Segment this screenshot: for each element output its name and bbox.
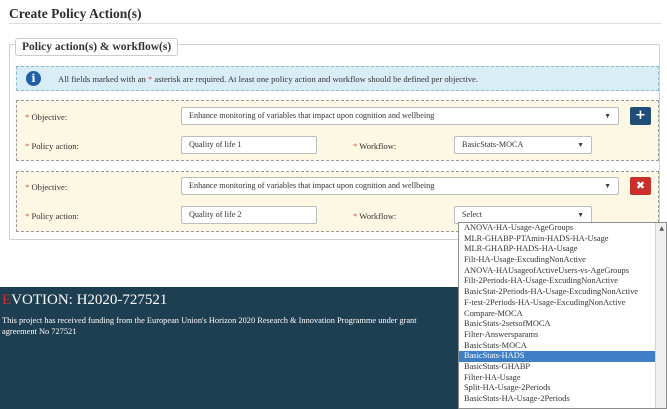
scroll-up-arrow-icon[interactable]: ▲ bbox=[659, 225, 664, 232]
dropdown-option[interactable]: BasicStats-2setsofMOCA bbox=[459, 319, 656, 330]
chevron-down-icon: ▼ bbox=[577, 141, 584, 149]
footer-title: EVOTION: H2020-727521 bbox=[2, 292, 168, 308]
objective-label: * Objective: bbox=[25, 112, 68, 122]
info-alert: i All fields marked with an * asterisk a… bbox=[16, 66, 659, 91]
add-objective-button[interactable]: + bbox=[630, 107, 651, 125]
fieldset-legend: Policy action(s) & workflow(s) bbox=[15, 38, 179, 56]
objective-label: * Objective: bbox=[25, 182, 68, 192]
dropdown-option[interactable]: BasicStats-MOCA bbox=[459, 341, 656, 352]
dropdown-option[interactable]: Filter-HA-Usage bbox=[459, 373, 656, 384]
dropdown-option[interactable]: ANOVA-HAUsageofActiveUsers-vs-AgeGroups bbox=[459, 266, 656, 277]
objective-select[interactable]: Enhance monitoring of variables that imp… bbox=[181, 107, 619, 125]
dropdown-option[interactable]: ANOVA-HA-Usage-AgeGroups bbox=[459, 223, 656, 234]
footer-funding-text: This project has received funding from t… bbox=[2, 316, 417, 336]
dropdown-option[interactable]: BasicStat-2Periods-HA-Usage-ExcudingNonA… bbox=[459, 287, 656, 298]
objective-select[interactable]: Enhance monitoring of variables that imp… bbox=[181, 177, 619, 195]
info-text: All fields marked with an * asterisk are… bbox=[58, 74, 479, 84]
workflow-label: * Workflow: bbox=[353, 141, 397, 151]
dropdown-option[interactable]: Compare-MOCA bbox=[459, 309, 656, 320]
dropdown-option[interactable]: Filter-Answersparams bbox=[459, 330, 656, 341]
dropdown-option[interactable]: MLR-GHABP-PTAmin-HADS-HA-Usage bbox=[459, 234, 656, 245]
dropdown-option[interactable]: BasicStats-HADS bbox=[459, 351, 656, 362]
chevron-down-icon: ▼ bbox=[604, 182, 611, 190]
dropdown-option[interactable]: Filt-HA-Usage-ExcudingNonActive bbox=[459, 255, 656, 266]
dropdown-option[interactable]: Split-HA-Usage-2Periods bbox=[459, 383, 656, 394]
dropdown-option[interactable]: Filt-2Periods-HA-Usage-ExcudingNonActive bbox=[459, 276, 656, 287]
chevron-down-icon: ▼ bbox=[604, 112, 611, 120]
dropdown-option[interactable]: F-test-2Periods-HA-Usage-ExcudingNonActi… bbox=[459, 298, 656, 309]
workflow-label: * Workflow: bbox=[353, 211, 397, 221]
dropdown-scrollbar[interactable]: ▲ bbox=[655, 223, 666, 408]
info-icon: i bbox=[26, 71, 41, 86]
page-title: Create Policy Action(s) bbox=[9, 6, 142, 21]
dropdown-option[interactable]: BasicStats-HA-Usage-2Periods bbox=[459, 394, 656, 405]
dropdown-options: ANOVA-HA-Usage-AgeGroups MLR-GHABP-PTAmin… bbox=[459, 223, 656, 405]
objective-block-1: * Objective: Enhance monitoring of varia… bbox=[16, 100, 659, 161]
policy-action-label: * Policy action: bbox=[25, 141, 79, 151]
policy-action-input[interactable]: Quality of life 1 bbox=[181, 136, 317, 154]
dropdown-option[interactable]: BasicStats-GHABP bbox=[459, 362, 656, 373]
chevron-down-icon: ▼ bbox=[577, 211, 584, 219]
workflow-select[interactable]: BasicStats-MOCA ▼ bbox=[454, 136, 592, 154]
dropdown-option[interactable]: MLR-GHABP-HADS-HA-Usage bbox=[459, 244, 656, 255]
title-divider bbox=[9, 23, 661, 24]
policy-action-input[interactable]: Quality of life 2 bbox=[181, 206, 317, 224]
delete-objective-button[interactable]: ✖ bbox=[630, 177, 651, 195]
workflow-dropdown-list[interactable]: ANOVA-HA-Usage-AgeGroups MLR-GHABP-PTAmin… bbox=[458, 222, 667, 409]
policy-action-label: * Policy action: bbox=[25, 211, 79, 221]
